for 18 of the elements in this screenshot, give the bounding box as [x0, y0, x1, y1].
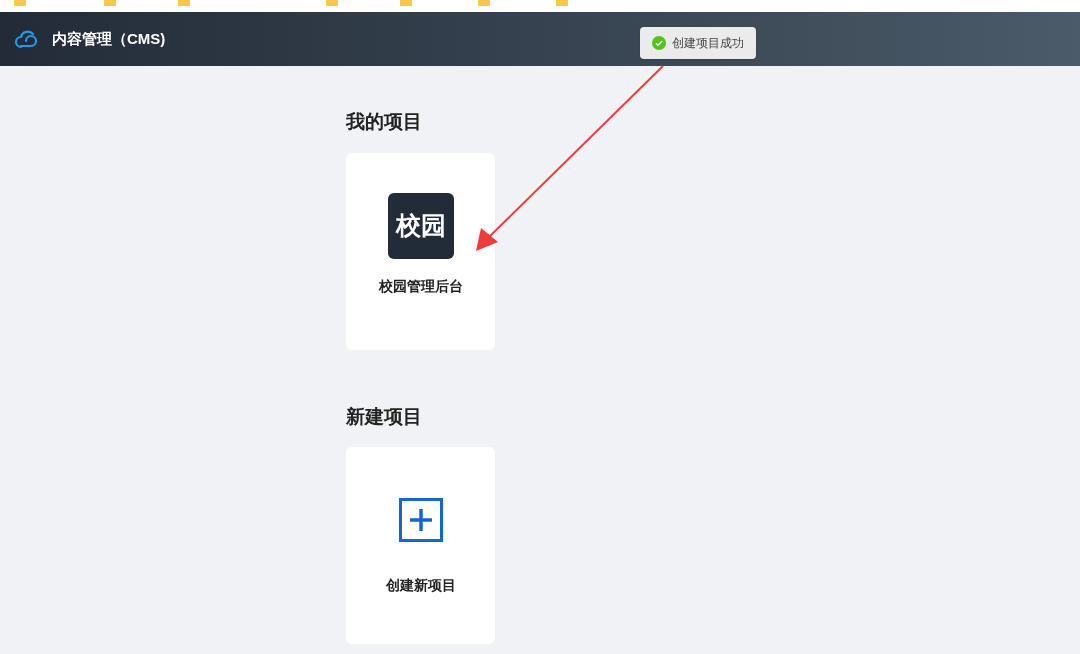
app-title: 内容管理（CMS) — [52, 28, 166, 49]
card-label: 校园管理后台 — [378, 276, 463, 296]
check-circle-icon — [652, 36, 666, 50]
folder-icon[interactable] — [478, 0, 490, 6]
folder-icon[interactable] — [178, 0, 190, 6]
plus-square-icon — [398, 498, 443, 542]
folder-icon[interactable] — [326, 0, 338, 6]
folder-icon[interactable] — [14, 0, 26, 6]
section-title: 新建项目 — [346, 404, 423, 429]
toast-text: 创建项目成功 — [672, 35, 744, 52]
folder-icon[interactable] — [556, 0, 568, 6]
card-label: 创建新项目 — [385, 576, 456, 595]
folder-icon[interactable] — [400, 0, 412, 6]
folder-icon[interactable] — [104, 0, 116, 6]
project-card[interactable]: 校园 校园管理后台 — [346, 152, 495, 350]
section-title: 我的项目 — [346, 110, 423, 134]
project-card[interactable]: 创建新项目 — [346, 447, 495, 644]
project-logo: 校园 — [387, 192, 454, 259]
